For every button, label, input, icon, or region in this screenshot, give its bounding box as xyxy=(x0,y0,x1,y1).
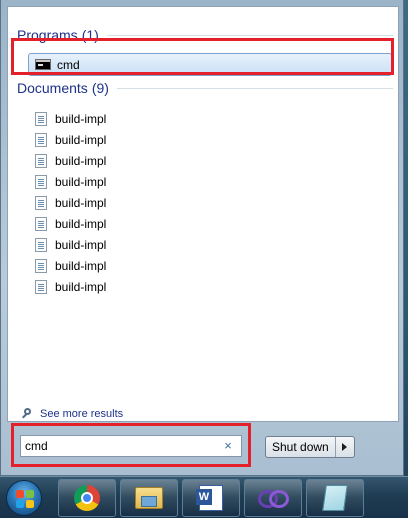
taskbar-button-chrome[interactable] xyxy=(58,479,116,517)
document-icon xyxy=(35,216,47,231)
document-result[interactable]: build-impl xyxy=(35,150,235,171)
document-result[interactable]: build-impl xyxy=(35,276,235,297)
document-icon xyxy=(35,153,47,168)
document-label: build-impl xyxy=(55,153,107,168)
document-label: build-impl xyxy=(55,216,107,231)
document-icon xyxy=(35,174,47,189)
document-label: build-impl xyxy=(55,237,107,252)
document-icon xyxy=(35,279,47,294)
document-icon xyxy=(35,237,47,252)
document-icon xyxy=(35,132,47,147)
documents-group-count: (9) xyxy=(91,80,109,96)
magnifier-icon xyxy=(22,408,34,420)
document-result[interactable]: build-impl xyxy=(35,192,235,213)
document-icon xyxy=(35,111,47,126)
taskbar-button-notepad[interactable] xyxy=(306,479,364,517)
screen: Programs (1) cmd Documents (9) build-imp… xyxy=(0,0,408,518)
visual-studio-icon xyxy=(258,490,289,508)
shutdown-options-arrow-icon[interactable] xyxy=(336,437,354,457)
document-label: build-impl xyxy=(55,174,107,189)
see-more-results-label: See more results xyxy=(40,408,124,420)
document-icon xyxy=(35,195,47,210)
document-label: build-impl xyxy=(55,111,107,126)
shutdown-control: Shut down xyxy=(265,436,355,458)
notepad-icon xyxy=(322,485,348,511)
folder-icon xyxy=(135,487,163,509)
taskbar-button-visual-studio[interactable] xyxy=(244,479,302,517)
document-label: build-impl xyxy=(55,195,107,210)
documents-list: build-impl build-impl build-impl build-i… xyxy=(35,108,235,297)
document-label: build-impl xyxy=(55,132,107,147)
taskbar xyxy=(0,476,408,518)
word-icon xyxy=(196,485,223,511)
document-result[interactable]: build-impl xyxy=(35,108,235,129)
annotation-highlight-search xyxy=(11,423,251,467)
annotation-highlight-programs xyxy=(11,38,394,75)
document-result[interactable]: build-impl xyxy=(35,213,235,234)
document-result[interactable]: build-impl xyxy=(35,234,235,255)
taskbar-button-windows-explorer[interactable] xyxy=(120,479,178,517)
documents-group-label: Documents xyxy=(17,80,88,96)
document-result[interactable]: build-impl xyxy=(35,255,235,276)
windows-start-icon[interactable] xyxy=(6,480,42,516)
document-result[interactable]: build-impl xyxy=(35,171,235,192)
see-more-results-link[interactable]: See more results xyxy=(22,408,123,420)
shutdown-button[interactable]: Shut down xyxy=(266,437,336,457)
document-icon xyxy=(35,258,47,273)
chrome-icon xyxy=(74,485,100,511)
document-label: build-impl xyxy=(55,258,107,273)
document-result[interactable]: build-impl xyxy=(35,129,235,150)
documents-group-header[interactable]: Documents (9) xyxy=(17,80,393,96)
document-label: build-impl xyxy=(55,279,107,294)
taskbar-button-word[interactable] xyxy=(182,479,240,517)
